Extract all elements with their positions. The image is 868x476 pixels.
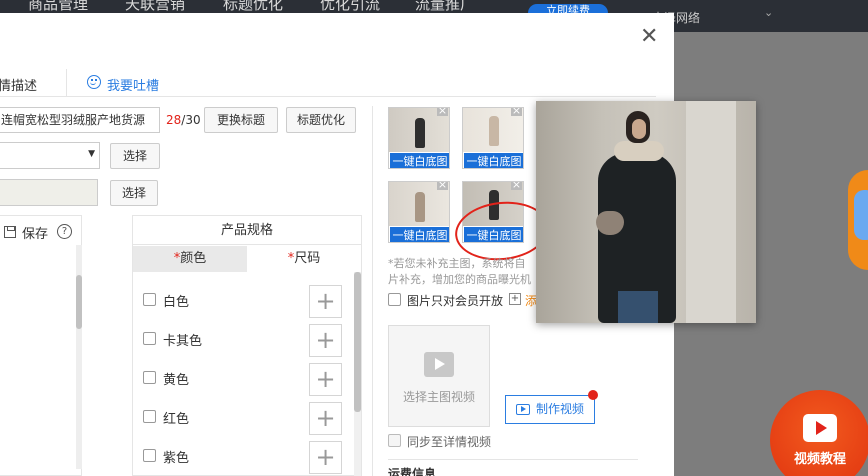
remove-image-icon[interactable]: × bbox=[511, 108, 522, 116]
tv-play-icon bbox=[803, 414, 837, 442]
add-image-button[interactable]: + bbox=[309, 441, 342, 474]
spec-panel: 产品规格 *颜色 *尺码 白色 + 卡其色 + 黄色 + 红色 + 紫色 + bbox=[132, 215, 362, 476]
remove-image-icon[interactable]: × bbox=[437, 182, 448, 190]
save-icon[interactable] bbox=[4, 226, 16, 238]
remove-image-icon[interactable]: × bbox=[511, 182, 522, 190]
select-button-2[interactable]: 选择 bbox=[110, 180, 158, 206]
color-label-red: 红色 bbox=[163, 412, 190, 427]
tab-divider bbox=[66, 69, 67, 97]
photo-pillar bbox=[686, 101, 736, 323]
add-image-button[interactable]: + bbox=[309, 363, 342, 396]
white-background-button[interactable]: 一键白底图 bbox=[463, 152, 523, 168]
white-background-button[interactable]: 一键白底图 bbox=[389, 226, 449, 242]
color-label-white: 白色 bbox=[163, 295, 190, 310]
image-tip: *若您未补充主图，系统将自 片补充，增加您的商品曝光机 bbox=[388, 256, 531, 288]
divider bbox=[372, 106, 373, 476]
model-face bbox=[632, 119, 646, 139]
help-icon[interactable]: ? bbox=[57, 224, 72, 239]
model-figure bbox=[415, 192, 425, 222]
nav-item-marketing[interactable]: 天联营销 bbox=[125, 0, 185, 14]
product-image-thumb[interactable]: × 一键白底图 bbox=[388, 107, 450, 169]
category-select[interactable]: ▼ bbox=[0, 142, 100, 169]
make-video-label: 制作视频 bbox=[536, 402, 585, 416]
sync-video-label: 同步至详情视频 bbox=[407, 435, 492, 449]
model-bag bbox=[596, 211, 624, 235]
optimize-title-button[interactable]: 标题优化 bbox=[286, 107, 356, 133]
nav-item-promotion[interactable]: 流量推广 bbox=[415, 0, 475, 14]
members-only-checkbox[interactable] bbox=[388, 293, 401, 306]
video-camera-icon bbox=[516, 404, 530, 415]
color-checkbox-white[interactable] bbox=[143, 293, 156, 306]
model-fur-collar bbox=[614, 141, 664, 161]
image-tip-line-2: 片补充，增加您的商品曝光机 bbox=[388, 273, 531, 286]
color-checkbox-khaki[interactable] bbox=[143, 332, 156, 345]
product-image-thumb[interactable]: × 一键白底图 bbox=[388, 181, 450, 243]
white-background-button[interactable]: 一键白底图 bbox=[389, 152, 449, 168]
title-char-count: 28/30 bbox=[166, 113, 201, 127]
nav-item-product-management[interactable]: 商品管理 bbox=[28, 0, 88, 14]
video-tutorial-label: 视频教程 bbox=[793, 452, 846, 467]
save-button[interactable]: 保存 bbox=[22, 223, 48, 242]
scrollbar-thumb[interactable] bbox=[354, 272, 361, 412]
model-figure bbox=[489, 116, 499, 146]
chevron-down-icon[interactable]: ⌄ bbox=[764, 6, 773, 19]
tab-size-label: 尺码 bbox=[294, 251, 321, 266]
tab-description[interactable]: 情描述 bbox=[0, 75, 37, 94]
add-image-button[interactable]: + bbox=[309, 324, 342, 357]
title-input[interactable]: 连帽宽松型羽绒服产地货源 bbox=[0, 107, 160, 133]
color-label-purple: 紫色 bbox=[163, 451, 190, 466]
section-divider bbox=[388, 459, 638, 460]
title-count-current: 28 bbox=[166, 113, 182, 127]
remove-image-icon[interactable]: × bbox=[437, 108, 448, 116]
scrollbar-thumb[interactable] bbox=[76, 275, 82, 329]
image-tip-line-1: *若您未补充主图，系统将自 bbox=[388, 257, 526, 270]
play-icon bbox=[424, 352, 454, 377]
members-only-label: 图片只对会员开放 bbox=[407, 294, 504, 308]
notification-dot bbox=[588, 390, 598, 400]
smile-icon bbox=[87, 75, 101, 89]
make-video-button[interactable]: 制作视频 bbox=[505, 395, 595, 424]
add-image-button[interactable]: + bbox=[309, 285, 342, 318]
color-label-khaki: 卡其色 bbox=[163, 334, 203, 349]
nav-item-traffic[interactable]: 优化引流 bbox=[320, 0, 380, 14]
model-figure bbox=[415, 118, 425, 148]
tab-color-label: 颜色 bbox=[180, 251, 207, 266]
add-icon[interactable]: + bbox=[509, 293, 521, 305]
select-main-video-label: 选择主图视频 bbox=[402, 390, 475, 404]
product-image-thumb[interactable]: × 一键白底图 bbox=[462, 107, 524, 169]
color-checkbox-yellow[interactable] bbox=[143, 371, 156, 384]
spec-scrollbar[interactable] bbox=[354, 272, 361, 476]
editor-panel: 保存 ? bbox=[0, 215, 82, 476]
caret-down-icon: ▼ bbox=[88, 149, 95, 159]
shipping-section-title: 运费信息 bbox=[388, 467, 437, 476]
sync-video-checkbox[interactable] bbox=[388, 434, 401, 447]
replace-title-button[interactable]: 更换标题 bbox=[204, 107, 278, 133]
video-tutorial-button[interactable]: 视频教程 bbox=[770, 390, 868, 476]
nav-item-title-optimization[interactable]: 标题优化 bbox=[223, 0, 283, 14]
side-logo-icon bbox=[848, 170, 868, 270]
tab-feedback[interactable]: 我要吐槽 bbox=[107, 75, 159, 94]
editor-scrollbar[interactable] bbox=[76, 245, 82, 469]
color-label-yellow: 黄色 bbox=[163, 373, 190, 388]
readonly-field bbox=[0, 179, 98, 206]
select-main-video-box[interactable]: 选择主图视频 bbox=[388, 325, 490, 427]
tab-color[interactable]: *颜色 bbox=[133, 246, 247, 272]
title-count-max: /30 bbox=[181, 113, 201, 127]
tab-bar: 情描述 我要吐槽 bbox=[0, 69, 656, 97]
model-jeans bbox=[618, 291, 658, 323]
tab-size[interactable]: *尺码 bbox=[247, 246, 361, 272]
image-preview-popup bbox=[536, 101, 756, 323]
add-image-button[interactable]: + bbox=[309, 402, 342, 435]
color-checkbox-purple[interactable] bbox=[143, 449, 156, 462]
close-icon[interactable]: ✕ bbox=[640, 26, 660, 48]
select-button-1[interactable]: 选择 bbox=[110, 143, 160, 169]
color-checkbox-red[interactable] bbox=[143, 410, 156, 423]
spec-title: 产品规格 bbox=[133, 216, 361, 245]
